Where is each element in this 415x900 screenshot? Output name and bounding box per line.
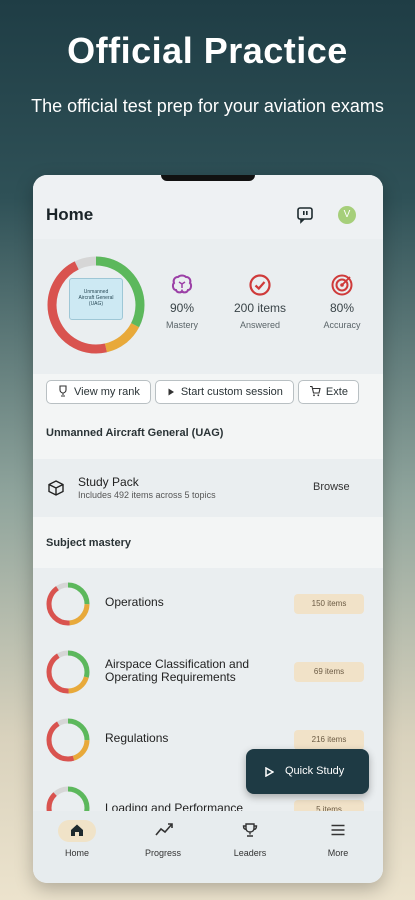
chip-label: Start custom session [180, 386, 283, 398]
chip-label: Exte [325, 386, 348, 398]
topic-items-badge: 69 items [294, 662, 364, 682]
action-chips: View my rank Start custom session Exte [46, 380, 383, 406]
target-icon [331, 274, 353, 296]
package-icon [48, 480, 64, 496]
nav-leaders[interactable]: Leaders [215, 811, 285, 883]
study-pack-name: Study Pack [78, 475, 139, 489]
stat-value: 90% [169, 301, 195, 315]
stat-label: Accuracy [323, 320, 361, 330]
nav-label: More [327, 848, 349, 858]
topic-name: Operations [105, 595, 164, 609]
topic-mastery-ring [46, 582, 90, 626]
top-bar: Home V [33, 175, 383, 239]
quick-study-label: Quick Study [285, 765, 345, 777]
play-icon [265, 767, 274, 777]
study-pack-description: Includes 492 items across 5 topics [78, 490, 216, 500]
chip-label: View my rank [74, 386, 140, 398]
stat-answered: 200 items Answered [225, 273, 295, 330]
trophy-icon [59, 385, 67, 397]
stat-label: Answered [239, 320, 281, 330]
extend-chip[interactable]: Exte [297, 380, 359, 404]
stat-accuracy: 80% Accuracy [307, 273, 377, 330]
start-custom-session-chip[interactable]: Start custom session [154, 380, 294, 404]
cart-icon [309, 385, 321, 397]
quick-study-button[interactable]: Quick Study [246, 749, 369, 794]
topic-mastery-ring [46, 786, 90, 813]
bottom-nav: Home Progress Leaders More [33, 811, 383, 883]
browse-button[interactable]: Browse [313, 481, 350, 493]
feedback-icon[interactable] [296, 206, 314, 224]
stat-label: Mastery [165, 320, 198, 330]
book-cover-line: (UAG) [88, 301, 104, 307]
brain-icon [171, 274, 193, 294]
subject-mastery-heading: Subject mastery [46, 537, 131, 549]
nav-label: Progress [144, 848, 181, 858]
course-title: Unmanned Aircraft General (UAG) [46, 427, 224, 439]
phone-notch [161, 175, 255, 181]
topic-items-badge: 216 items [294, 730, 364, 750]
topic-row[interactable]: Operations 150 items [33, 568, 383, 636]
phone-frame: Home V Unmanned Aircraft General (UAG) 9… [33, 175, 383, 883]
check-circle-icon [249, 274, 271, 296]
topic-name: Airspace Classification and Operating Re… [105, 657, 250, 684]
avatar[interactable]: V [338, 206, 356, 224]
nav-label: Home [64, 848, 89, 858]
view-rank-chip[interactable]: View my rank [46, 380, 151, 404]
trophy-icon [242, 823, 258, 837]
topic-items-badge: 150 items [294, 594, 364, 614]
promo-title: Official Practice [67, 30, 348, 71]
book-cover: Unmanned Aircraft General (UAG) [69, 278, 123, 320]
stat-value: 200 items [233, 301, 287, 315]
page-title: Home [46, 205, 94, 224]
nav-progress[interactable]: Progress [128, 811, 198, 883]
topic-name: Regulations [105, 731, 169, 745]
home-icon [71, 824, 83, 836]
topic-row[interactable]: Airspace Classification and Operating Re… [33, 636, 383, 704]
study-pack-row[interactable]: Study Pack Includes 492 items across 5 t… [33, 459, 383, 517]
progress-chart-icon [155, 823, 173, 836]
topic-mastery-ring [46, 718, 90, 762]
nav-home[interactable]: Home [42, 811, 112, 883]
stat-value: 80% [329, 301, 355, 315]
topic-mastery-ring [46, 650, 90, 694]
nav-label: Leaders [233, 848, 267, 858]
stat-mastery: 90% Mastery [147, 273, 217, 330]
play-icon [168, 388, 174, 396]
nav-more[interactable]: More [303, 811, 373, 883]
promo-subtitle: The official test prep for your aviation… [31, 96, 384, 116]
menu-icon [331, 824, 345, 836]
